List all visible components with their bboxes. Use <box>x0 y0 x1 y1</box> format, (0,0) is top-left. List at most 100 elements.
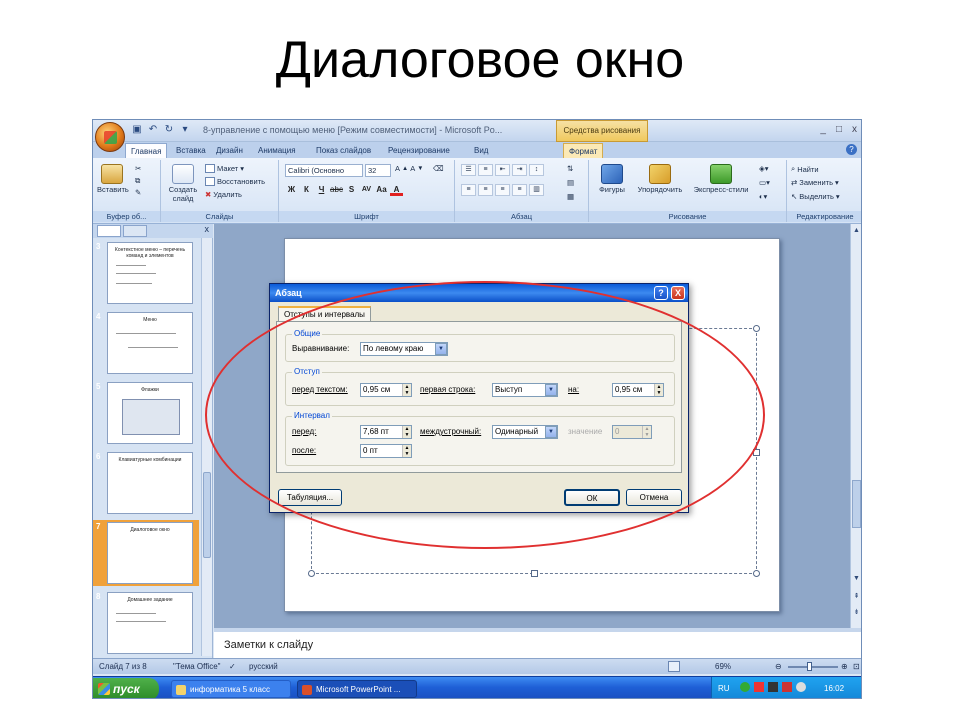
cut-icon[interactable]: ✂ <box>135 164 141 173</box>
language-indicator[interactable]: русский <box>249 659 278 674</box>
font-size-select[interactable]: 32 <box>365 164 391 177</box>
scrollbar-thumb[interactable] <box>852 480 861 528</box>
notes-pane[interactable]: Заметки к слайду <box>214 628 861 658</box>
tab-insert[interactable]: Вставка <box>171 143 211 158</box>
vertical-scrollbar[interactable]: ▲ ▼ ⇞ ⇟ <box>850 224 861 628</box>
quick-styles-button[interactable]: Экспресс-стили <box>689 164 753 194</box>
cancel-button[interactable]: Отмена <box>626 489 682 506</box>
bold-button[interactable]: Ж <box>285 184 298 196</box>
dialog-close-button[interactable]: X <box>671 286 685 300</box>
fit-window-icon[interactable]: ⊡ <box>853 659 860 674</box>
increase-indent-icon[interactable]: ⇥ <box>512 164 527 176</box>
spacing-button[interactable]: AV <box>360 184 373 196</box>
shape-outline-icon[interactable]: ▭▾ <box>759 178 770 187</box>
smartart-icon[interactable]: ▦ <box>567 192 574 201</box>
language-indicator[interactable]: RU <box>718 684 730 693</box>
chevron-down-icon[interactable]: ▼ <box>435 343 447 355</box>
dialog-help-button[interactable]: ? <box>654 286 668 300</box>
numbering-icon[interactable]: ≡ <box>478 164 493 176</box>
replace-button[interactable]: ⇄ Заменить ▾ <box>791 178 839 187</box>
spacing-before-input[interactable]: 7,68 пт ▲ ▼ <box>360 425 412 439</box>
slideshow-view-icon[interactable] <box>668 661 680 672</box>
clear-format-icon[interactable]: ⌫ <box>433 164 444 173</box>
tab-slideshow[interactable]: Показ слайдов <box>311 143 376 158</box>
save-icon[interactable]: ▣ <box>131 124 143 136</box>
slide-thumbnail[interactable]: Клавиатурные комбинации <box>107 452 193 514</box>
spellcheck-icon[interactable]: ✓ <box>229 659 236 674</box>
align-center-icon[interactable]: ≡ <box>478 184 493 196</box>
strikethrough-button[interactable]: abc <box>330 184 343 196</box>
bullets-icon[interactable]: ☰ <box>461 164 476 176</box>
redo-icon[interactable]: ↻ <box>163 124 175 136</box>
slide-thumb-row[interactable]: 5 Флажки <box>93 380 199 446</box>
spinner-icon[interactable]: ▲ ▼ <box>654 384 663 396</box>
indent-before-input[interactable]: 0,95 см ▲ ▼ <box>360 383 412 397</box>
format-painter-icon[interactable]: ✎ <box>135 188 141 197</box>
slide-thumb-row[interactable]: 6 Клавиатурные комбинации <box>93 450 199 516</box>
grow-font-icon[interactable]: A ▲ A ▼ <box>395 164 423 173</box>
zoom-level[interactable]: 69% <box>715 659 731 674</box>
resize-handle[interactable] <box>753 449 760 456</box>
slide-thumbnail[interactable]: Флажки <box>107 382 193 444</box>
undo-icon[interactable]: ↶ <box>147 124 159 136</box>
slides-tab[interactable] <box>97 225 121 237</box>
scroll-up-icon[interactable]: ▲ <box>852 226 861 235</box>
resize-handle[interactable] <box>753 325 760 332</box>
office-button[interactable] <box>95 122 125 152</box>
resize-handle[interactable] <box>753 570 760 577</box>
layout-button[interactable]: Макет ▾ <box>205 164 244 173</box>
slide-thumb-row-selected[interactable]: 7 Диалоговое окно <box>93 520 199 586</box>
slide-thumbnail[interactable]: Контекстное меню – перечень команд и эле… <box>107 242 193 304</box>
slide-thumbnail[interactable]: Домашнее задание <box>107 592 193 654</box>
indent-by-input[interactable]: 0,95 см ▲ ▼ <box>612 383 664 397</box>
spacing-after-input[interactable]: 0 пт ▲ ▼ <box>360 444 412 458</box>
slide-thumb-row[interactable]: 4 Меню <box>93 310 199 376</box>
tray-icon[interactable] <box>768 682 778 692</box>
help-icon[interactable]: ? <box>846 144 857 155</box>
zoom-out-icon[interactable]: ⊖ <box>775 659 782 674</box>
taskbar-item-powerpoint[interactable]: Microsoft PowerPoint ... <box>297 680 417 698</box>
slide-thumbnail[interactable]: Меню <box>107 312 193 374</box>
spinner-icon[interactable]: ▲ ▼ <box>402 384 411 396</box>
font-name-select[interactable]: Calibri (Основно <box>285 164 363 177</box>
slide-thumbnail[interactable]: Диалоговое окно <box>107 522 193 584</box>
tab-indents-spacing[interactable]: Отступы и интервалы <box>278 306 371 321</box>
text-direction-icon[interactable]: ⇅ <box>567 164 573 173</box>
taskbar-item-folder[interactable]: информатика 5 класс <box>171 680 291 698</box>
alignment-select[interactable]: По левому краю ▼ <box>360 342 448 356</box>
select-button[interactable]: ↖ Выделить ▾ <box>791 192 840 201</box>
tab-design[interactable]: Дизайн <box>211 143 248 158</box>
ok-button[interactable]: ОК <box>564 489 620 506</box>
zoom-slider-knob[interactable] <box>807 662 812 671</box>
scrollbar-thumb[interactable] <box>203 472 211 558</box>
tab-format[interactable]: Формат <box>563 143 604 158</box>
shadow-button[interactable]: S <box>345 184 358 196</box>
tray-icon[interactable] <box>754 682 764 692</box>
slide-thumb-row[interactable]: 8 Домашнее задание <box>93 590 199 656</box>
first-line-select[interactable]: Выступ ▼ <box>492 383 558 397</box>
shapes-button[interactable]: Фигуры <box>595 164 629 194</box>
line-spacing-icon[interactable]: ↕ <box>529 164 544 176</box>
resize-handle[interactable] <box>308 570 315 577</box>
font-color-button[interactable]: A <box>390 184 403 196</box>
copy-icon[interactable]: ⧉ <box>135 176 140 186</box>
reset-button[interactable]: Восстановить <box>205 177 265 186</box>
next-slide-icon[interactable]: ⇟ <box>852 608 861 617</box>
volume-icon[interactable] <box>796 682 806 692</box>
shape-fill-icon[interactable]: ◈▾ <box>759 164 769 173</box>
maximize-button[interactable]: □ <box>836 124 842 135</box>
tray-icon[interactable] <box>740 682 750 692</box>
spinner-icon[interactable]: ▲ ▼ <box>402 445 411 457</box>
line-spacing-select[interactable]: Одинарный ▼ <box>492 425 558 439</box>
delete-slide-button[interactable]: ✖ Удалить <box>205 190 242 199</box>
start-button[interactable]: пуск <box>93 678 159 698</box>
tab-review[interactable]: Рецензирование <box>383 143 455 158</box>
decrease-indent-icon[interactable]: ⇤ <box>495 164 510 176</box>
tab-view[interactable]: Вид <box>469 143 493 158</box>
find-button[interactable]: ⌕ Найти <box>791 164 819 174</box>
minimize-button[interactable]: _ <box>820 124 826 135</box>
scroll-down-icon[interactable]: ▼ <box>852 574 861 583</box>
justify-icon[interactable]: ≡ <box>512 184 527 196</box>
underline-button[interactable]: Ч <box>315 184 328 196</box>
chevron-down-icon[interactable]: ▼ <box>545 384 557 396</box>
